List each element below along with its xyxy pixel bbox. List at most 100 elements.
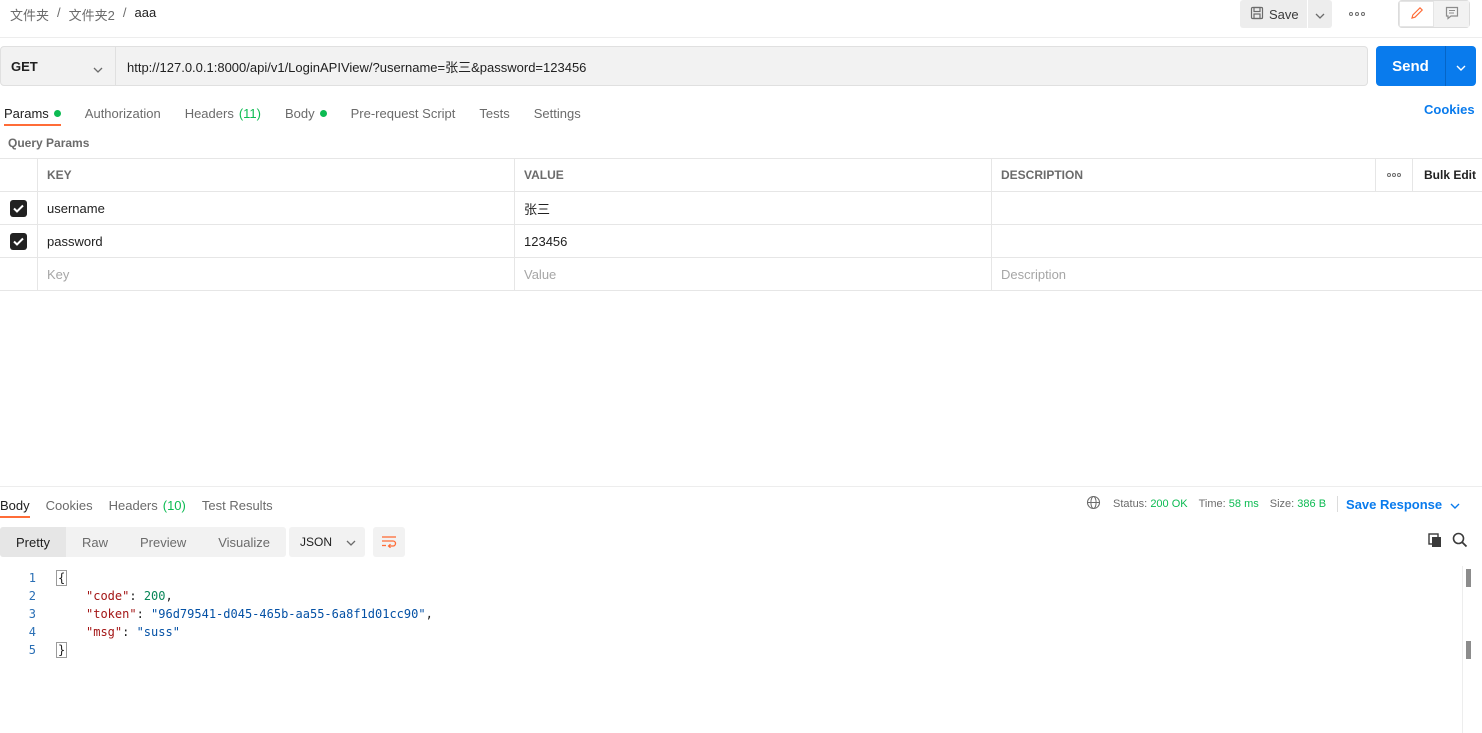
breadcrumb-folder-1[interactable]: 文件夹 [10,5,49,24]
param-key-cell[interactable]: username [37,192,514,224]
param-description-cell[interactable] [991,192,1375,224]
response-tab-cookies[interactable]: Cookies [46,492,93,518]
view-mode-visualize[interactable]: Visualize [202,527,286,557]
param-value-cell[interactable]: 张三 [514,192,991,224]
url-value: http://127.0.0.1:8000/api/v1/LoginAPIVie… [127,59,587,75]
search-icon[interactable] [1452,532,1468,551]
view-mode-preview[interactable]: Preview [124,527,202,557]
active-indicator-dot [319,109,327,117]
tab-label: Headers [184,105,234,121]
method-value: GET [11,58,38,74]
response-tab-test-results[interactable]: Test Results [202,492,273,518]
param-description-cell[interactable] [991,225,1375,257]
line-number: 4 [28,625,36,639]
breadcrumb-request-name[interactable]: aaa [135,5,157,24]
breadcrumb-folder-2[interactable]: 文件夹2 [69,5,115,24]
tab-label: Body [284,105,315,121]
size-indicator[interactable]: Size: 386 B [1270,498,1326,510]
close-brace: } [56,642,68,658]
response-body-editor[interactable]: 1 { 2 "code": 200, 3 "token": "96d79541-… [0,569,1460,659]
empty-checkbox-cell [0,258,37,290]
more-dots-icon [1397,173,1401,177]
save-label: Save [1269,6,1299,22]
tab-authorization[interactable]: Authorization [85,100,161,126]
copy-icon[interactable] [1427,532,1443,551]
tab-settings[interactable]: Settings [534,100,581,126]
tab-label: Settings [533,105,581,121]
code-line: 3 "token": "96d79541-d045-465b-aa55-6a8f… [0,605,1460,623]
size-value: 386 B [1297,498,1327,510]
time-value: 58 ms [1228,498,1259,510]
time-indicator[interactable]: Time: 58 ms [1199,498,1259,510]
bulk-edit-button[interactable]: Bulk Edit [1412,159,1482,191]
code-line: 2 "code": 200, [0,587,1460,605]
wrap-lines-button[interactable] [373,527,405,557]
param-key-cell[interactable]: password [37,225,514,257]
comments-button[interactable] [1434,1,1469,27]
json-key: "token" [86,607,137,621]
save-response-label: Save Response [1346,496,1443,512]
tab-body[interactable]: Body [285,100,327,126]
chevron-down-icon [1456,59,1466,74]
json-value: "suss" [136,625,180,639]
globe-icon[interactable] [1086,495,1101,513]
format-select[interactable]: JSON [289,527,365,557]
send-options-button[interactable] [1446,46,1476,86]
send-button[interactable]: Send [1376,46,1445,86]
chevron-down-icon [1315,7,1325,22]
new-key-input[interactable]: Key [37,258,514,290]
new-description-input[interactable]: Description [991,258,1375,290]
more-options-button[interactable] [1344,6,1370,22]
pencil-icon [1410,6,1424,23]
status-indicator[interactable]: Status: 200 OK [1113,498,1188,510]
row-enable-checkbox[interactable] [0,192,37,224]
key-column-header: KEY [37,159,514,191]
table-row-new: Key Value Description [0,258,1482,291]
more-dots-icon [1387,173,1391,177]
response-pane-divider[interactable] [0,486,1482,487]
response-view-modes: Pretty Raw Preview Visualize [0,527,287,557]
tab-prerequest-script[interactable]: Pre-request Script [351,100,456,126]
save-icon [1250,6,1264,23]
line-number: 3 [28,607,36,621]
edit-mode-button[interactable] [1399,1,1434,27]
response-tabs: Body Cookies Headers (10) Test Results [0,492,289,520]
url-input[interactable]: http://127.0.0.1:8000/api/v1/LoginAPIVie… [116,46,1368,86]
tab-label: Params [4,105,49,121]
view-mode-raw[interactable]: Raw [66,527,124,557]
chevron-down-icon [1450,497,1460,512]
tab-label: Pre-request Script [350,105,456,121]
checkbox-column-header [0,159,37,191]
open-brace: { [56,570,68,586]
param-value-cell[interactable]: 123456 [514,225,991,257]
code-text: "msg": "suss" [86,625,180,639]
chevron-down-icon [346,535,356,549]
table-row: password 123456 [0,225,1482,258]
save-options-button[interactable] [1308,0,1332,28]
save-button[interactable]: Save [1240,0,1307,28]
response-tab-headers[interactable]: Headers (10) [109,492,186,518]
json-value: "96d79541-d045-465b-aa55-6a8f1d01cc90" [151,607,426,621]
table-row: username 张三 [0,192,1482,225]
json-key: "msg" [86,625,123,639]
new-value-input[interactable]: Value [514,258,991,290]
format-value: JSON [300,535,333,549]
row-enable-checkbox[interactable] [0,225,37,257]
line-number: 2 [28,589,36,603]
editor-scroll-marker[interactable] [1466,641,1471,659]
editor-scroll-marker[interactable] [1466,569,1471,587]
editor-scrollbar-track[interactable] [1462,566,1463,733]
save-response-button[interactable]: Save Response [1346,497,1460,512]
tab-params[interactable]: Params [4,100,61,126]
headers-count: (10) [162,497,186,513]
column-options-button[interactable] [1375,159,1412,191]
code-text: } [56,641,68,659]
response-tab-body[interactable]: Body [0,492,30,518]
tab-tests[interactable]: Tests [479,100,509,126]
view-mode-pretty[interactable]: Pretty [0,527,66,557]
comment-icon [1445,6,1459,23]
cookies-link[interactable]: Cookies [1424,102,1475,117]
method-select[interactable]: GET [0,46,116,86]
status-divider [1337,496,1339,512]
tab-headers[interactable]: Headers (11) [185,100,261,126]
